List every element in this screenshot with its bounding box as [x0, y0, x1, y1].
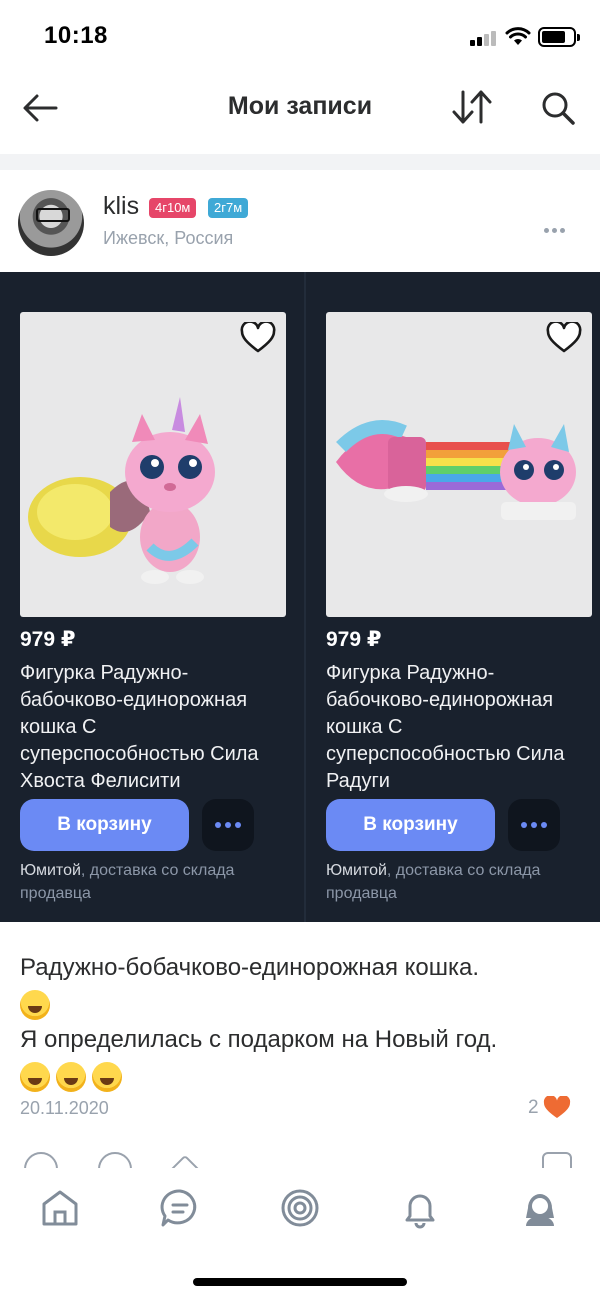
product-name[interactable]: Фигурка Радужно-бабочково-единорожная ко… [326, 660, 592, 795]
emoji-row [20, 1058, 580, 1094]
home-icon[interactable] [38, 1186, 82, 1230]
membership-badge: 4г10м [149, 198, 197, 218]
membership-badge-secondary: 2г7м [208, 198, 249, 218]
wifi-icon [505, 27, 531, 45]
product-card[interactable]: 979 ₽ Фигурка Радужно-бабочково-единорож… [20, 312, 286, 902]
post-author: klis 4г10м 2г7м Ижевск, Россия [0, 170, 600, 272]
product-actions: В корзину [326, 799, 592, 851]
product-card[interactable]: 979 ₽ Фигурка Радужно-бабочково-единорож… [326, 312, 592, 902]
post-text: Радужно-бобачково-единорожная кошка. Я о… [20, 950, 580, 1094]
notifications-icon[interactable] [398, 1186, 442, 1230]
heart-filled-icon[interactable] [543, 1096, 571, 1120]
unicorn-cat-illustration [28, 397, 215, 584]
add-to-cart-button[interactable]: В корзину [20, 799, 189, 851]
discover-icon[interactable] [278, 1186, 322, 1230]
emoji-row [20, 986, 580, 1022]
seller-name[interactable]: Юмитой [326, 862, 387, 879]
messages-icon[interactable] [158, 1186, 202, 1230]
search-icon[interactable] [538, 88, 578, 128]
profile-icon[interactable] [518, 1186, 562, 1230]
product-carousel: 979 ₽ Фигурка Радужно-бабочково-единорож… [0, 272, 600, 922]
post-line: Радужно-бобачково-единорожная кошка. [20, 954, 480, 981]
post-line: Я определилась с подарком на Новый год. [20, 1026, 498, 1053]
unicorn-cat-rainbow-illustration [336, 420, 576, 520]
author-location: Ижевск, Россия [103, 228, 234, 248]
page-title: Мои записи [227, 92, 373, 120]
author-name[interactable]: klis [103, 192, 139, 221]
seller-info: Юмитой, доставка со склада продавца [20, 859, 286, 905]
bottom-tab-bar [0, 1168, 600, 1248]
product-actions: В корзину [20, 799, 286, 851]
product-divider [304, 272, 306, 922]
product-price: 979 ₽ [20, 628, 76, 651]
rofl-emoji-icon [20, 989, 50, 1020]
top-header: Мои записи [0, 72, 600, 144]
joy-emoji-icon [92, 1061, 122, 1092]
post-date: 20.11.2020 [20, 1098, 109, 1118]
favorite-heart-icon[interactable] [546, 322, 582, 354]
seller-name[interactable]: Юмитой [20, 862, 81, 879]
product-image[interactable] [326, 312, 592, 617]
status-bar: 10:18 [0, 0, 600, 72]
like-count: 2 [528, 1097, 539, 1118]
post-actions-row [0, 1150, 600, 1170]
joy-emoji-icon [56, 1061, 86, 1092]
product-more-button[interactable] [202, 799, 254, 851]
product-image[interactable] [20, 312, 286, 617]
signal-icon [470, 30, 498, 46]
home-indicator [193, 1278, 407, 1286]
add-to-cart-button[interactable]: В корзину [326, 799, 495, 851]
sort-icon[interactable] [450, 88, 494, 126]
status-time: 10:18 [44, 22, 108, 49]
product-more-button[interactable] [508, 799, 560, 851]
section-separator [0, 154, 600, 170]
avatar[interactable] [18, 190, 84, 256]
battery-icon [538, 27, 580, 47]
product-price: 979 ₽ [326, 628, 382, 651]
product-name[interactable]: Фигурка Радужно-бабочково-единорожная ко… [20, 660, 286, 795]
like-counter[interactable]: 2 [528, 1096, 571, 1120]
more-options-icon[interactable] [544, 220, 568, 238]
seller-info: Юмитой, доставка со склада продавца [326, 859, 592, 905]
favorite-heart-icon[interactable] [240, 322, 276, 354]
joy-emoji-icon [20, 1061, 50, 1092]
